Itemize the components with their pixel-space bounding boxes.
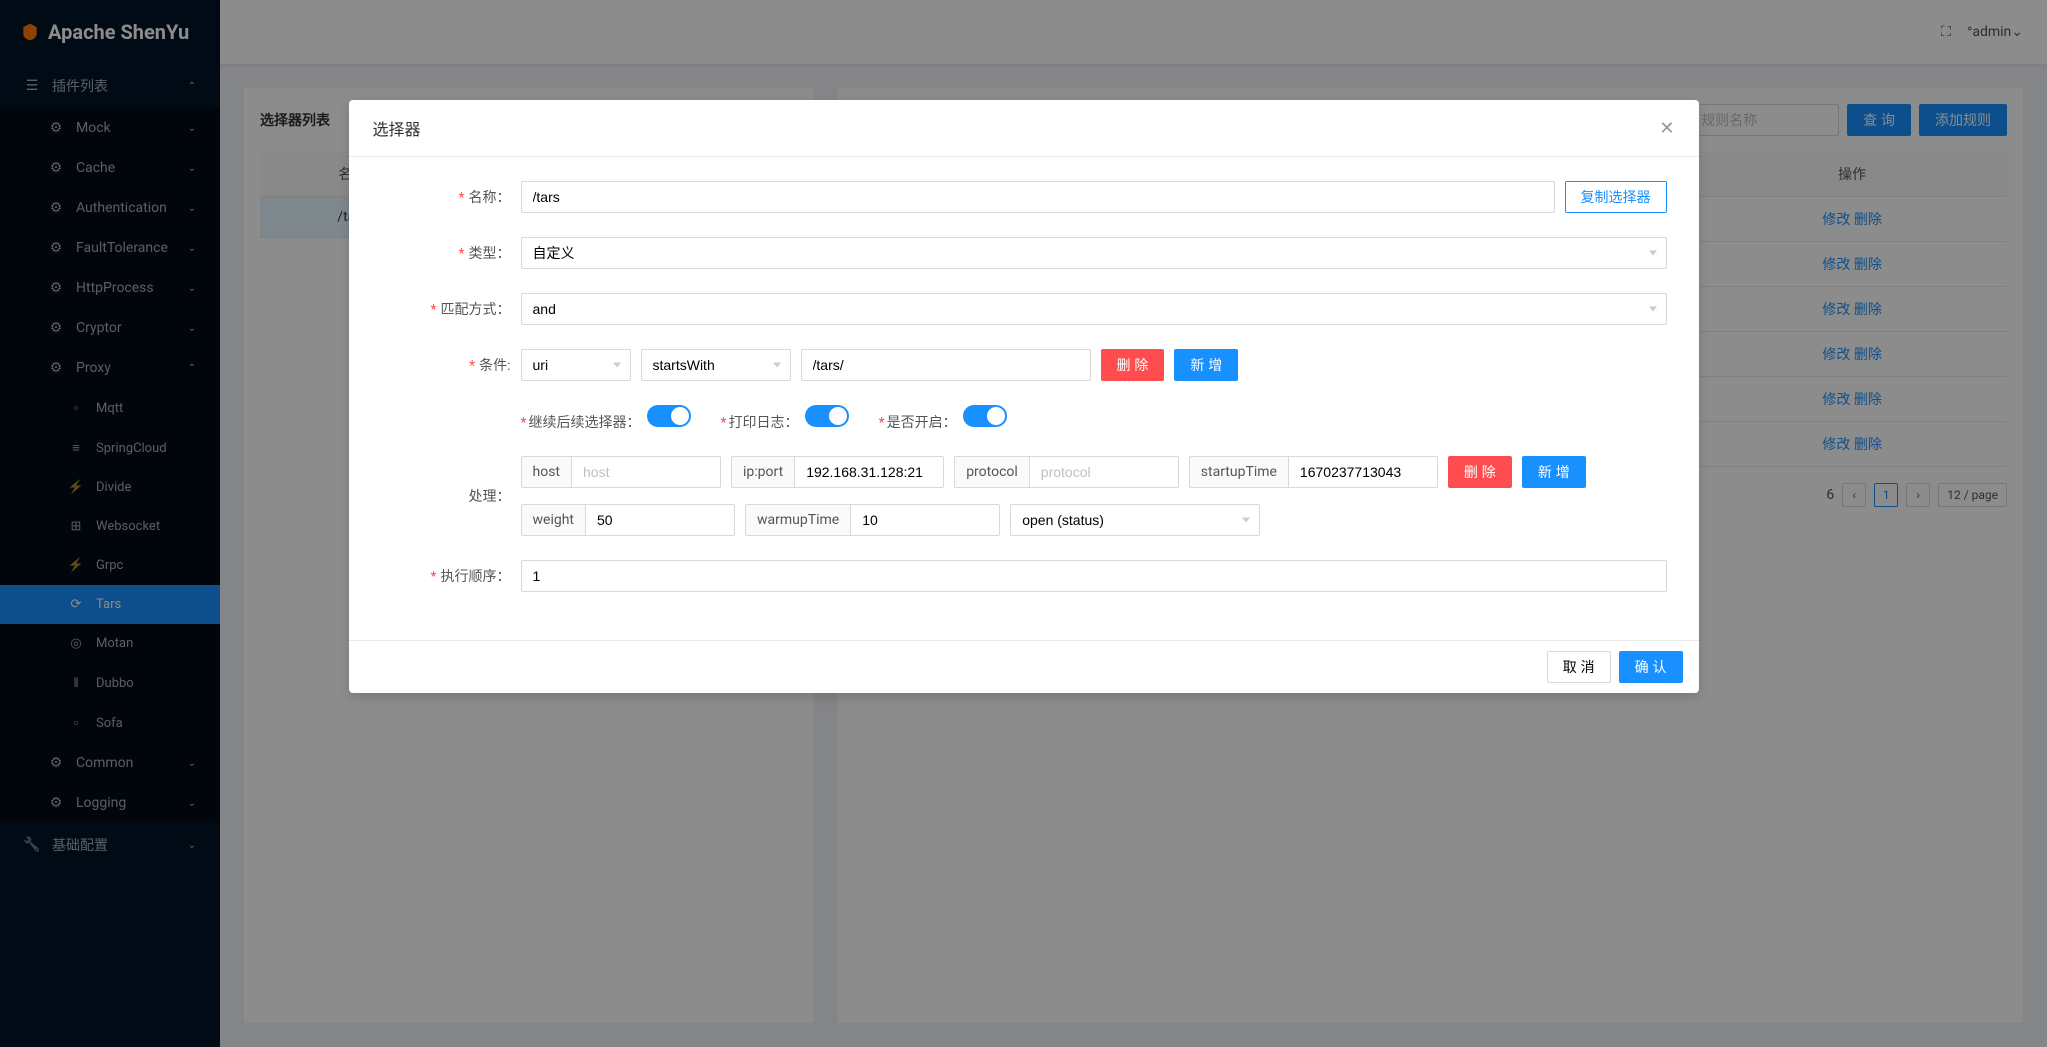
continue-switch[interactable] xyxy=(647,405,691,427)
ipport-label: ip:port xyxy=(731,456,794,488)
selector-modal: 选择器 ✕ *名称： 复制选择器 *类型： *匹配方式： xyxy=(349,100,1699,693)
status-select[interactable] xyxy=(1010,504,1260,536)
type-select[interactable] xyxy=(521,237,1667,269)
startup-input[interactable] xyxy=(1288,456,1438,488)
label-handle: 处理： xyxy=(381,486,521,506)
label-open: *是否开启： xyxy=(879,415,957,431)
host-label: host xyxy=(521,456,572,488)
name-input[interactable] xyxy=(521,181,1555,213)
label-type: *类型： xyxy=(381,243,521,263)
match-select[interactable] xyxy=(521,293,1667,325)
order-input[interactable] xyxy=(521,560,1667,592)
ipport-input[interactable] xyxy=(794,456,944,488)
condition-op-select[interactable] xyxy=(641,349,791,381)
label-name: *名称： xyxy=(381,187,521,207)
condition-add-button[interactable]: 新 增 xyxy=(1174,349,1238,381)
modal-title: 选择器 xyxy=(373,116,1660,140)
copy-selector-button[interactable]: 复制选择器 xyxy=(1565,181,1667,213)
handle-delete-button[interactable]: 删 除 xyxy=(1448,456,1512,488)
condition-delete-button[interactable]: 删 除 xyxy=(1101,349,1165,381)
ok-button[interactable]: 确 认 xyxy=(1619,651,1683,683)
protocol-input[interactable] xyxy=(1029,456,1179,488)
cancel-button[interactable]: 取 消 xyxy=(1547,651,1611,683)
warmup-label: warmupTime xyxy=(745,504,850,536)
log-switch[interactable] xyxy=(805,405,849,427)
label-log: *打印日志： xyxy=(721,415,799,431)
protocol-label: protocol xyxy=(954,456,1029,488)
host-input[interactable] xyxy=(571,456,721,488)
label-continue: *继续后续选择器： xyxy=(521,415,641,431)
condition-value-input[interactable] xyxy=(801,349,1091,381)
weight-label: weight xyxy=(521,504,586,536)
modal-overlay: 选择器 ✕ *名称： 复制选择器 *类型： *匹配方式： xyxy=(0,0,2047,1047)
condition-field-select[interactable] xyxy=(521,349,631,381)
handle-add-button[interactable]: 新 增 xyxy=(1522,456,1586,488)
weight-input[interactable] xyxy=(585,504,735,536)
label-match: *匹配方式： xyxy=(381,299,521,319)
modal-close-button[interactable]: ✕ xyxy=(1659,118,1674,139)
label-order: *执行顺序： xyxy=(381,566,521,586)
startup-label: startupTime xyxy=(1189,456,1288,488)
label-condition: *条件: xyxy=(381,355,521,375)
warmup-input[interactable] xyxy=(850,504,1000,536)
open-switch[interactable] xyxy=(963,405,1007,427)
